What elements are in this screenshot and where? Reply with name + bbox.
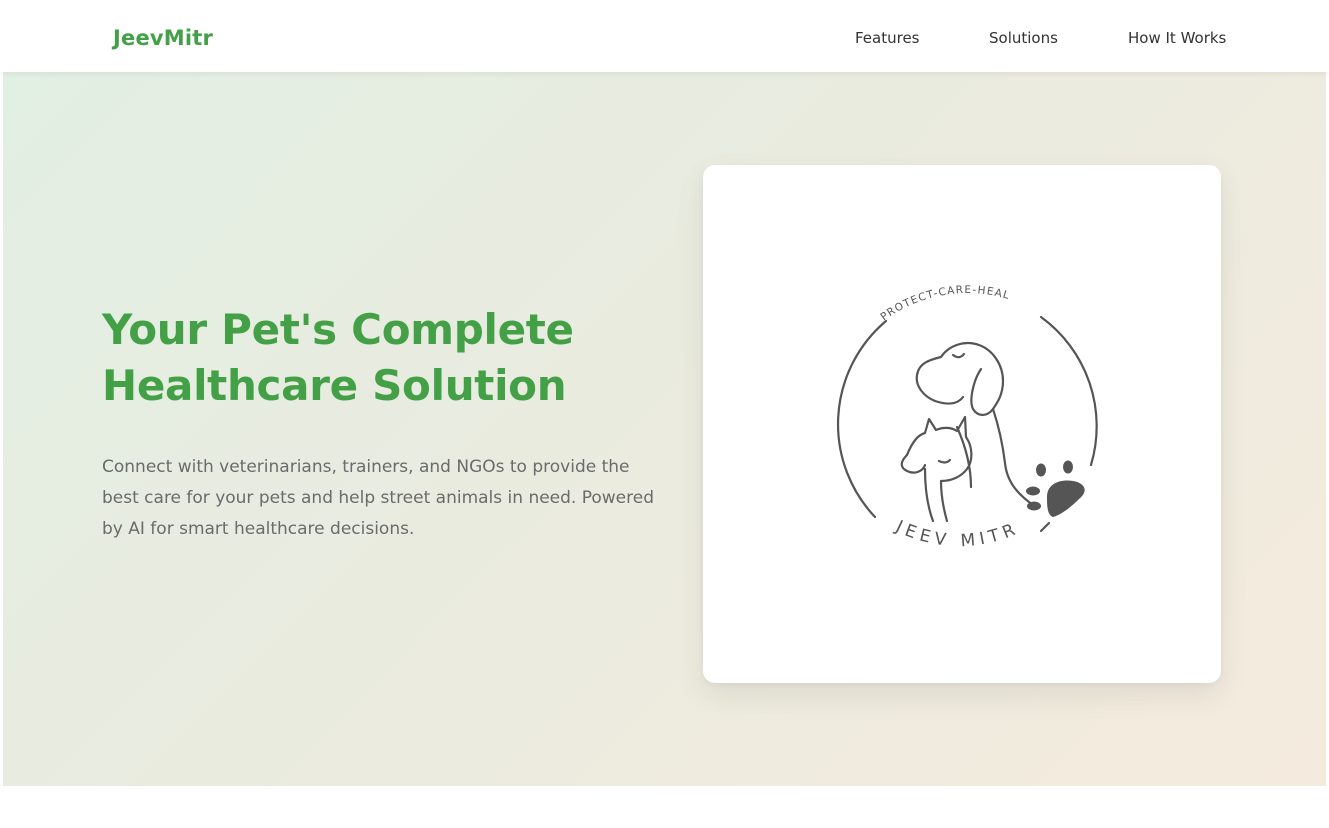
svg-text:JEEV MITR: JEEV MITR <box>892 516 1023 551</box>
hero-title: Your Pet's Complete Healthcare Solution <box>102 302 662 414</box>
dog-outline-icon <box>915 341 1035 507</box>
hero-section: Your Pet's Complete Healthcare Solution … <box>3 72 1326 786</box>
hero-title-line-1: Your Pet's Complete <box>102 305 574 354</box>
nav-link-solutions[interactable]: Solutions <box>989 29 1058 47</box>
jeevmitr-emblem-icon: PROTECT-CARE-HEAL JEEV MITR <box>836 284 1098 551</box>
hero-title-line-2: Healthcare Solution <box>102 361 567 410</box>
svg-text:PROTECT-CARE-HEAL: PROTECT-CARE-HEAL <box>878 284 1011 323</box>
hero-description: Connect with veterinarians, trainers, an… <box>102 457 655 539</box>
top-navbar: JeevMitr Features Solutions How It Works <box>0 0 1329 72</box>
nav-link-features[interactable]: Features <box>855 29 920 47</box>
logo-card: PROTECT-CARE-HEAL JEEV MITR <box>703 165 1221 683</box>
paw-print-icon <box>1026 460 1085 517</box>
cat-outline-icon <box>905 415 973 523</box>
brand-logo-link[interactable]: JeevMitr <box>113 26 213 50</box>
nav-link-how-it-works[interactable]: How It Works <box>1128 29 1226 47</box>
emblem-ring-right <box>1039 315 1098 467</box>
emblem-ring <box>836 319 888 519</box>
emblem-tagline: PROTECT-CARE-HEAL <box>878 284 1010 323</box>
emblem-wordmark: JEEV MITR <box>892 516 1018 551</box>
